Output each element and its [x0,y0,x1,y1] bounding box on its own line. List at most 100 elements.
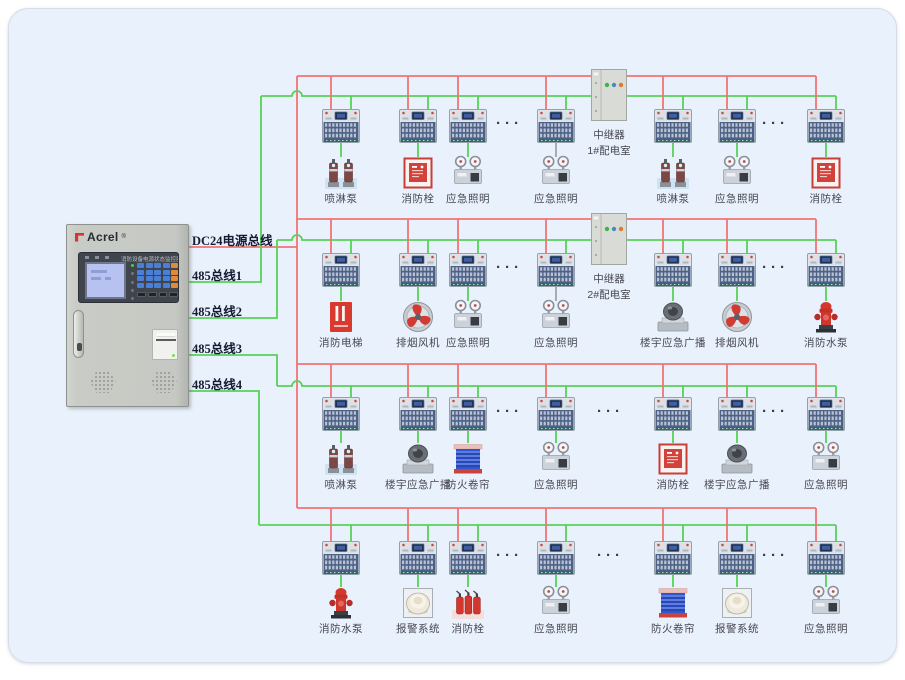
fire-shutter-icon [655,585,691,621]
registered-mark: ® [122,234,126,240]
monitor-module [537,397,575,436]
wire-signal-bus [277,235,591,240]
ellipsis-dots: ··· [597,547,624,564]
extinguishers-icon [450,585,486,621]
emergency-light-icon [808,585,844,621]
module-art [322,397,360,431]
ellipsis-dots: ··· [762,403,789,420]
emergency-light-icon [538,155,574,191]
lcd-screen [85,262,126,299]
wire-signal-feeder [189,96,261,282]
broadcast-icon [400,441,436,477]
module-art [322,253,360,287]
device-label: 应急照明 [689,193,785,206]
control-bezel: 消防设备电源状态监控器 [78,252,179,303]
monitor-module [322,397,360,436]
spray-pump-icon [323,155,359,191]
smoke-fan-icon [719,299,755,340]
fire-shutter-icon [450,441,486,482]
emergency-light-icon [450,299,486,340]
vent-grille [151,371,177,393]
module-art [654,253,692,287]
device-label: 报警系统 [689,623,785,636]
printer-slot [156,339,176,341]
wire-signal-feeder [189,391,259,525]
keypad-key [137,263,144,268]
keypad-key [163,276,170,281]
device-label: 应急照明 [778,623,874,636]
monitor-module [807,397,845,436]
monitor-module [807,109,845,148]
module-art [399,109,437,143]
repeater-art [591,69,627,121]
emergency-light-icon [808,441,844,477]
module-art [399,541,437,575]
diagram-board: Acrel ® 消防设备电源状态监控器 [8,8,897,663]
keypad-key [154,276,161,281]
emergency-light-icon [450,155,486,191]
monitor-module [449,397,487,436]
mute-led [131,289,134,292]
module-art [718,253,756,287]
wire-signal-bus [277,381,836,386]
device-label: 应急照明 [508,193,604,206]
emergency-light-icon [450,155,486,196]
printer-module [152,329,178,360]
module-art [654,397,692,431]
monitor-module [537,541,575,580]
function-key [171,270,178,275]
alarm-detector-icon [400,585,436,626]
bus-label-rs485-bus-1: 485总线1 [192,265,242,284]
module-art [449,541,487,575]
door-handle [73,310,84,358]
module-art [322,541,360,575]
spray-pump-icon [323,441,359,477]
monitor-module [399,541,437,580]
device-label: 楼宇应急广播 [689,479,785,492]
keypad-key [146,283,153,288]
fire-shutter-icon [450,441,486,477]
keypad-key [154,263,161,268]
emergency-light-icon [808,441,844,482]
device-label: 消防栓 [420,623,516,636]
emergency-light-icon [719,155,755,191]
power-led [131,297,134,300]
module-art [399,397,437,431]
keypad-key [137,283,144,288]
monitor-module [654,109,692,148]
monitor-module [322,109,360,148]
module-art [718,397,756,431]
lcd-text-line [105,277,111,280]
module-art [807,541,845,575]
broadcast-icon [719,441,755,482]
smoke-fan-icon [400,299,436,335]
brand-logo: Acrel ® [75,230,126,244]
module-art [449,253,487,287]
hydrant-box-icon [400,155,436,191]
monitor-module [654,397,692,436]
device-label: 应急照明 [508,479,604,492]
device-label: 应急照明 [508,623,604,636]
spray-pump-icon [655,155,691,191]
ellipsis-dots: ··· [762,547,789,564]
function-key [171,276,178,281]
bus-label-rs485-bus-4: 485总线4 [192,374,242,393]
emergency-light-icon [538,155,574,196]
module-art [807,109,845,143]
spray-pump-icon [655,155,691,196]
wire-signal-bus [261,91,591,96]
emergency-light-icon [538,441,574,482]
device-label: 应急照明 [508,337,604,350]
monitor-module [399,109,437,148]
device-label: 消防水泵 [778,337,874,350]
hydrant-box-icon [655,441,691,477]
broadcast-icon [719,441,755,477]
repeater-cabinet [591,69,627,126]
monitor-module [322,541,360,580]
fire-pump-icon [323,585,359,626]
monitor-module [399,253,437,292]
monitor-module [718,541,756,580]
module-art [399,253,437,287]
keypad-key [154,283,161,288]
fire-pump-icon [808,299,844,340]
